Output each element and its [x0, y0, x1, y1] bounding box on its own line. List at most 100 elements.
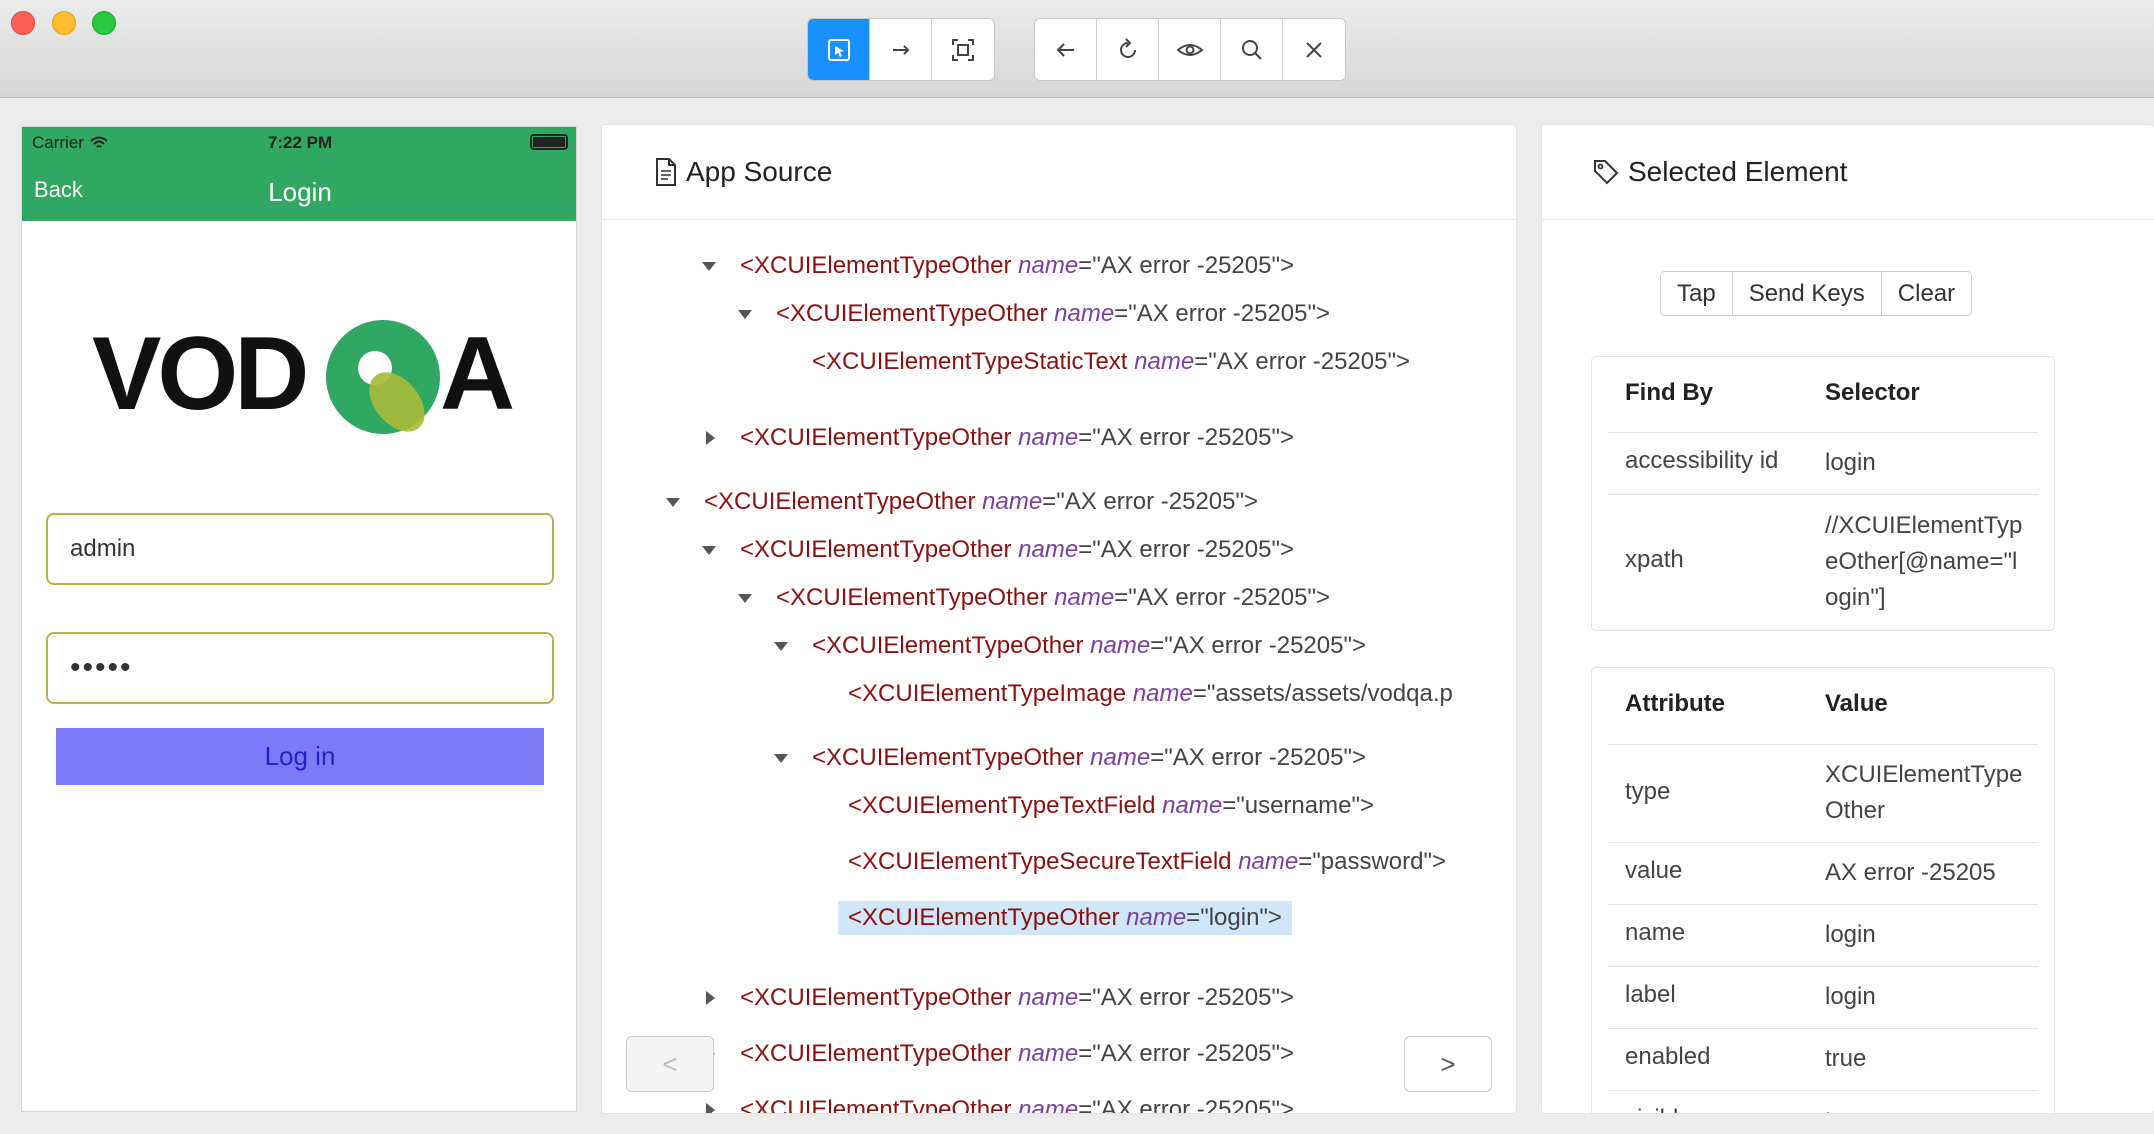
zoom-window-button[interactable] [92, 11, 116, 35]
select-element-button[interactable] [808, 19, 870, 80]
attribute-name: enabled [1625, 1043, 1711, 1070]
table-row: label login [1608, 967, 2038, 1029]
table-row: xpath //XCUIElementTypeOther[@name="logi… [1608, 495, 2038, 631]
prev-page-button[interactable]: < [626, 1036, 714, 1092]
send-keys-button[interactable]: Send Keys [1732, 272, 1882, 315]
tree-node[interactable]: <XCUIElementTypeSecureTextField name="pa… [848, 845, 1446, 879]
node-attr-value: ="AX error -25205"> [1150, 632, 1366, 659]
expand-caret-icon[interactable] [706, 1103, 715, 1113]
tap-button[interactable]: Tap [1661, 272, 1733, 315]
back-arrow-icon [1056, 42, 1074, 57]
tree-node[interactable]: <XCUIElementTypeStaticText name="AX erro… [812, 345, 1410, 379]
expand-caret-icon[interactable] [706, 431, 715, 445]
tree-node[interactable]: <XCUIElementTypeOther name="AX error -25… [740, 1093, 1294, 1113]
tap-by-coordinates-icon [952, 38, 974, 61]
device-screenshot[interactable]: Carrier 7:22 PM Back Login VOD A admin •… [21, 126, 577, 1112]
minimize-window-button[interactable] [52, 11, 76, 35]
node-attr-value: ="AX error -25205"> [1114, 584, 1330, 611]
attribute-column-header: Attribute [1625, 690, 1725, 717]
node-attr-value: ="username"> [1222, 792, 1374, 819]
vodqa-logo: VOD A [92, 316, 515, 434]
collapse-caret-icon[interactable] [774, 754, 788, 763]
node-attr-name: name [1126, 904, 1187, 931]
selected-element-header: Selected Element [1542, 125, 2154, 220]
attribute-name: value [1625, 857, 1683, 884]
select-element-icon [827, 38, 850, 61]
refresh-icon [1119, 37, 1136, 58]
node-tag: <XCUIElementTypeOther [740, 1040, 1012, 1067]
tree-node[interactable]: <XCUIElementTypeTextField name="username… [848, 789, 1374, 823]
element-actions: Tap Send Keys Clear [1660, 271, 1973, 316]
swipe-mode-button[interactable] [870, 19, 932, 80]
node-tag: <XCUIElementTypeOther [812, 744, 1084, 771]
collapse-caret-icon[interactable] [774, 642, 788, 651]
selector-value[interactable]: login [1825, 445, 2025, 481]
tree-node[interactable]: <XCUIElementTypeOther name="AX error -25… [812, 741, 1366, 775]
tree-node[interactable]: <XCUIElementTypeOther name="AX error -25… [740, 981, 1294, 1015]
clear-button[interactable]: Clear [1881, 272, 1972, 315]
login-button[interactable]: Log in [56, 728, 544, 785]
search-button[interactable] [1221, 19, 1283, 80]
selector-value[interactable]: //XCUIElementTypeOther[@name="login"] [1825, 508, 2025, 616]
node-tag: <XCUIElementTypeOther [776, 584, 1048, 611]
tree-node[interactable]: <XCUIElementTypeOther name="AX error -25… [740, 1037, 1294, 1071]
value-column-header: Value [1825, 690, 1888, 717]
svg-text:VOD: VOD [92, 316, 305, 432]
node-tag: <XCUIElementTypeStaticText [812, 348, 1128, 375]
attribute-value: login [1825, 921, 1876, 948]
node-attr-name: name [1162, 792, 1223, 819]
tree-node[interactable]: <XCUIElementTypeOther name="AX error -25… [704, 485, 1258, 519]
node-tag: <XCUIElementTypeOther [704, 488, 976, 515]
node-tag: <XCUIElementTypeTextField [848, 792, 1156, 819]
node-attr-name: name [1090, 632, 1151, 659]
node-tag: <XCUIElementTypeOther [740, 984, 1012, 1011]
tree-node-selected[interactable]: <XCUIElementTypeOther name="login"> [838, 901, 1292, 935]
password-field[interactable]: ••••• [46, 632, 554, 704]
refresh-button[interactable] [1097, 19, 1159, 80]
attribute-value: login [1825, 983, 1876, 1010]
node-attr-name: name [1054, 300, 1115, 327]
node-attr-name: name [1018, 252, 1079, 279]
node-attr-value: ="AX error -25205"> [1078, 1040, 1294, 1067]
collapse-caret-icon[interactable] [738, 310, 752, 319]
attribute-value: AX error -25205 [1825, 859, 1996, 886]
collapse-caret-icon[interactable] [702, 546, 716, 555]
show-attributes-button[interactable] [1159, 19, 1221, 80]
attribute-name: visible [1625, 1105, 1692, 1113]
tree-node[interactable]: <XCUIElementTypeImage name="assets/asset… [848, 677, 1453, 711]
expand-caret-icon[interactable] [706, 991, 715, 1005]
next-page-button[interactable]: > [1404, 1036, 1492, 1092]
attribute-name: name [1625, 919, 1686, 946]
back-button[interactable] [1035, 19, 1097, 80]
status-time: 7:22 PM [267, 133, 333, 152]
quit-session-button[interactable] [1283, 19, 1345, 80]
nav-title: Login [268, 177, 332, 207]
tree-node[interactable]: <XCUIElementTypeOther name="AX error -25… [740, 249, 1294, 283]
attributes-table: Attribute Value type XCUIElementTypeOthe… [1591, 667, 2055, 1113]
collapse-caret-icon[interactable] [738, 594, 752, 603]
tree-node[interactable]: <XCUIElementTypeOther name="AX error -25… [776, 581, 1330, 615]
node-attr-value: ="AX error -25205"> [1078, 424, 1294, 451]
collapse-caret-icon[interactable] [666, 498, 680, 507]
node-tag: <XCUIElementTypeOther [740, 424, 1012, 451]
window-titlebar [0, 0, 2154, 98]
username-field[interactable]: admin [46, 513, 554, 585]
app-source-title: App Source [686, 156, 833, 187]
selector-column-header: Selector [1825, 379, 1920, 406]
tree-node[interactable]: <XCUIElementTypeOther name="AX error -25… [740, 533, 1294, 567]
attribute-name: type [1625, 778, 1671, 805]
table-row: visible true [1608, 1091, 2038, 1113]
node-attr-name: name [1018, 536, 1079, 563]
tap-coordinates-button[interactable] [932, 19, 994, 80]
node-tag: <XCUIElementTypeOther [848, 904, 1120, 931]
attribute-value: XCUIElementTypeOther [1825, 761, 2023, 824]
close-window-button[interactable] [11, 11, 35, 35]
tree-node[interactable]: <XCUIElementTypeOther name="AX error -25… [812, 629, 1366, 663]
collapse-caret-icon[interactable] [702, 262, 716, 271]
node-attr-value: ="AX error -25205"> [1114, 300, 1330, 327]
node-attr-name: name [1018, 984, 1079, 1011]
tree-node[interactable]: <XCUIElementTypeOther name="AX error -25… [776, 297, 1330, 331]
node-attr-value: ="AX error -25205"> [1042, 488, 1258, 515]
tree-node[interactable]: <XCUIElementTypeOther name="AX error -25… [740, 421, 1294, 455]
node-attr-value: ="AX error -25205"> [1194, 348, 1411, 375]
